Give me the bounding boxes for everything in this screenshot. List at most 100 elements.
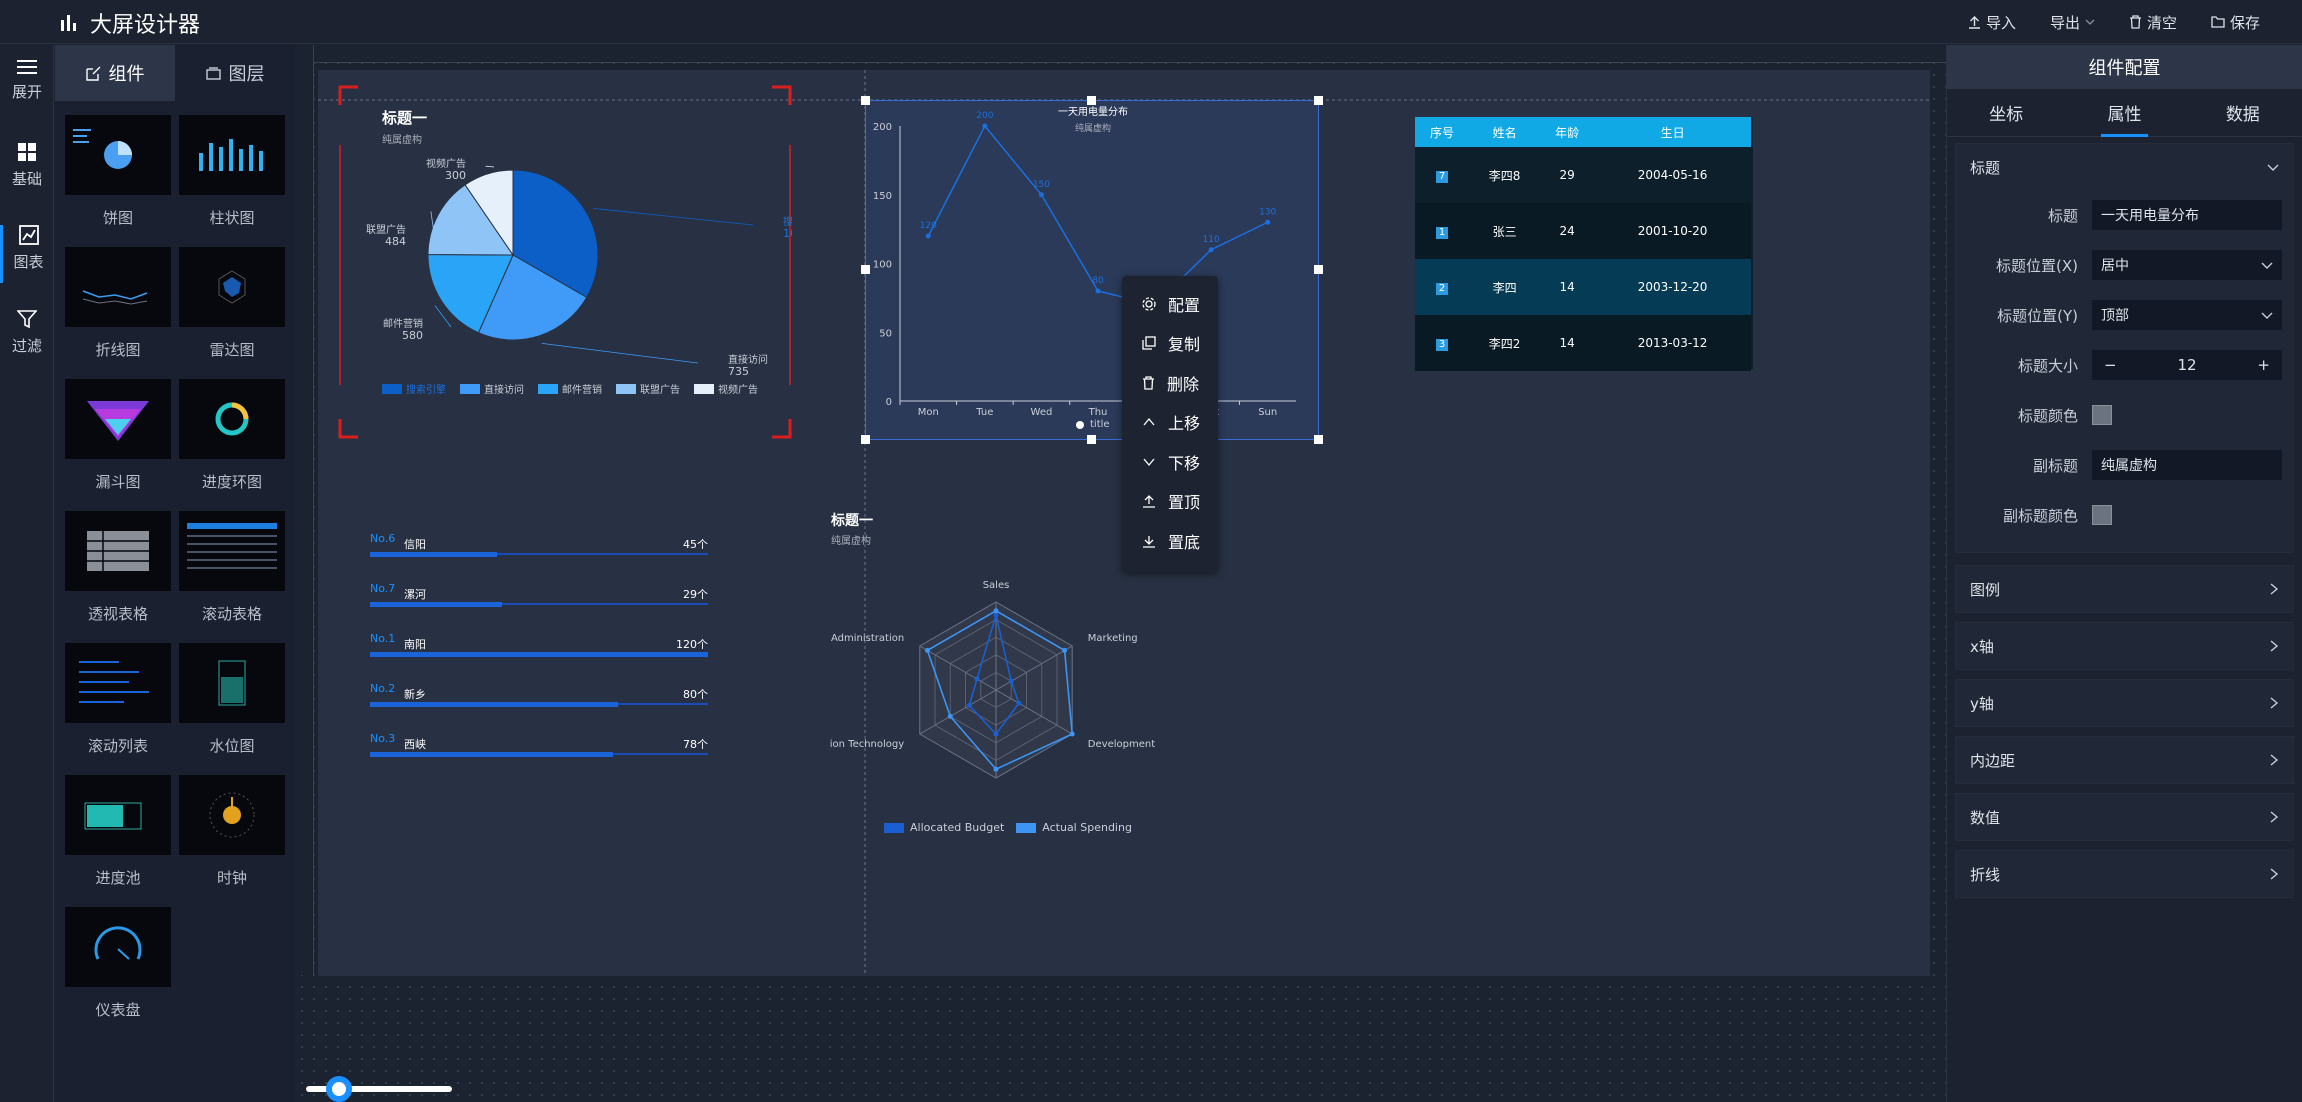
component-scroll-list[interactable]: 滚动列表 bbox=[63, 643, 173, 765]
rank-city: 漯河 bbox=[404, 588, 426, 601]
table-cell: 李四2 bbox=[1488, 336, 1521, 351]
nav-filter[interactable]: 过滤 bbox=[0, 309, 54, 356]
legend-item: Allocated Budget bbox=[884, 821, 1004, 834]
table-cell: 14 bbox=[1559, 280, 1575, 294]
section-title-header[interactable]: 标题 bbox=[1956, 144, 2293, 190]
chevron-right-icon bbox=[2270, 868, 2279, 880]
title-pos-x-select[interactable]: 居中 bbox=[2092, 250, 2282, 280]
rank-city: 南阳 bbox=[404, 638, 426, 651]
chevron-down-icon bbox=[2085, 19, 2095, 25]
tab-coordinates[interactable]: 坐标 bbox=[1947, 89, 2065, 136]
component-progress-ring[interactable]: 进度环图 bbox=[177, 379, 287, 501]
component-progress-pool[interactable]: 进度池 bbox=[63, 775, 173, 897]
table-cell: 2013-03-12 bbox=[1637, 336, 1708, 350]
title-color-picker[interactable] bbox=[2092, 405, 2112, 425]
resize-handle-ne[interactable] bbox=[1314, 96, 1323, 105]
legend-item: 联盟广告 bbox=[616, 381, 680, 396]
menu-item-move-up[interactable]: 上移 bbox=[1122, 403, 1218, 443]
component-line[interactable]: 折线图 bbox=[63, 247, 173, 369]
tab-components-label: 组件 bbox=[108, 64, 145, 85]
nav-chart[interactable]: 图表 bbox=[0, 225, 54, 283]
export-label: 导出 bbox=[2049, 13, 2080, 32]
nav-expand[interactable]: 展开 bbox=[0, 59, 54, 102]
export-button[interactable]: 导出 bbox=[2050, 12, 2095, 33]
component-label: 柱状图 bbox=[209, 209, 255, 227]
component-scroll-table[interactable]: 滚动表格 bbox=[177, 511, 287, 633]
chart-icon bbox=[18, 225, 39, 245]
save-button[interactable]: 保存 bbox=[2211, 12, 2260, 33]
ranking-row[interactable]: No.6 信阳 45个 bbox=[370, 532, 708, 580]
section-header[interactable]: 内边距 bbox=[1956, 737, 2293, 783]
tab-properties[interactable]: 属性 bbox=[2065, 89, 2183, 137]
table-row[interactable]: 7 李四8 29 2004-05-16 bbox=[1415, 147, 1751, 203]
resize-handle-w[interactable] bbox=[861, 265, 870, 274]
menu-item-copy[interactable]: 复制 bbox=[1122, 324, 1218, 364]
zoom-slider-handle[interactable] bbox=[326, 1076, 352, 1102]
component-pie[interactable]: 饼图 bbox=[63, 115, 173, 237]
x-tick-label: Tue bbox=[975, 407, 993, 418]
resize-handle-e[interactable] bbox=[1314, 265, 1323, 274]
title-pos-y-select[interactable]: 顶部 bbox=[2092, 300, 2282, 330]
y-tick-label: 200 bbox=[873, 122, 892, 133]
tab-layers[interactable]: 图层 bbox=[175, 45, 295, 101]
ruler-left[interactable] bbox=[296, 45, 314, 975]
section-header[interactable]: x轴 bbox=[1956, 623, 2293, 669]
section-header[interactable]: y轴 bbox=[1956, 680, 2293, 726]
table-row[interactable]: 2 李四 14 2003-12-20 bbox=[1415, 259, 1751, 315]
menu-item-config[interactable]: 配置 bbox=[1122, 284, 1218, 324]
section-header[interactable]: 数值 bbox=[1956, 794, 2293, 840]
subtitle-color-picker[interactable] bbox=[2092, 505, 2112, 525]
menu-item-delete[interactable]: 删除 bbox=[1122, 363, 1218, 403]
radar-point bbox=[1069, 731, 1075, 737]
section-header[interactable]: 图例 bbox=[1956, 566, 2293, 612]
component-clock[interactable]: 时钟 bbox=[177, 775, 287, 897]
section-header[interactable]: 折线 bbox=[1956, 851, 2293, 897]
ranking-row[interactable]: No.3 西峡 78个 bbox=[370, 732, 708, 780]
resize-handle-nw[interactable] bbox=[861, 96, 870, 105]
menu-icon bbox=[17, 60, 37, 74]
stepper-value[interactable]: 12 bbox=[2177, 356, 2196, 374]
nav-basic[interactable]: 基础 bbox=[0, 142, 54, 189]
rank-fill bbox=[370, 702, 619, 707]
resize-handle-se[interactable] bbox=[1314, 435, 1323, 444]
tab-components[interactable]: 组件 bbox=[55, 45, 175, 101]
ruler-top[interactable] bbox=[296, 45, 1946, 63]
y-tick-label: 50 bbox=[879, 328, 892, 339]
rank-value: 120个 bbox=[676, 638, 708, 651]
resize-handle-s[interactable] bbox=[1087, 435, 1096, 444]
clear-button[interactable]: 清空 bbox=[2129, 12, 2177, 33]
select-value: 居中 bbox=[2101, 258, 2129, 274]
resize-handle-sw[interactable] bbox=[861, 435, 870, 444]
component-gauge[interactable]: 仪表盘 bbox=[63, 907, 173, 1029]
subtitle-input[interactable]: 纯属虚构 bbox=[2092, 450, 2282, 480]
line-widget[interactable]: 一天用电量分布 纯属虚构 050100150200MonTueWedThuFri… bbox=[865, 100, 1319, 440]
import-button[interactable]: 导入 bbox=[1968, 12, 2016, 33]
table-row[interactable]: 3 李四2 14 2013-03-12 bbox=[1415, 315, 1751, 371]
menu-item-bring-top[interactable]: 置顶 bbox=[1122, 482, 1218, 522]
legend-swatch bbox=[460, 383, 480, 394]
component-water-level[interactable]: 水位图 bbox=[177, 643, 287, 765]
component-radar[interactable]: 雷达图 bbox=[177, 247, 287, 369]
ranking-row[interactable]: No.1 南阳 120个 bbox=[370, 632, 708, 680]
tab-data[interactable]: 数据 bbox=[2184, 89, 2302, 136]
pie-widget[interactable]: 标题一 纯属虚构 搜索引擎1048直接访问735邮件营销580联盟广告484视频… bbox=[338, 85, 792, 439]
decrement-button[interactable]: − bbox=[2104, 356, 2117, 374]
ranking-row[interactable]: No.2 新乡 80个 bbox=[370, 682, 708, 730]
table-row[interactable]: 1 张三 24 2001-10-20 bbox=[1415, 203, 1751, 259]
section-collapsed: 内边距 bbox=[1955, 736, 2294, 784]
increment-button[interactable]: + bbox=[2257, 356, 2270, 374]
top-bar: 大屏设计器 导入 导出 清空 保存 bbox=[0, 0, 2302, 44]
ranking-row[interactable]: No.7 漯河 29个 bbox=[370, 582, 708, 630]
component-funnel[interactable]: 漏斗图 bbox=[63, 379, 173, 501]
field-label: 标题大小 bbox=[2017, 356, 2078, 375]
component-bar[interactable]: 柱状图 bbox=[177, 115, 287, 237]
resize-handle-n[interactable] bbox=[1087, 96, 1096, 105]
table-widget[interactable]: 序号 姓名 年龄 生日 7 李四8 29 2004-05-16 1 张三 24 … bbox=[1415, 117, 1753, 371]
scroll-table-thumbnail bbox=[179, 511, 285, 591]
menu-item-move-down[interactable]: 下移 bbox=[1122, 442, 1218, 482]
line-point bbox=[982, 123, 988, 129]
menu-item-send-bottom[interactable]: 置底 bbox=[1122, 521, 1218, 561]
title-input[interactable]: 一天用电量分布 bbox=[2092, 200, 2282, 230]
component-pivot-table[interactable]: 透视表格 bbox=[63, 511, 173, 633]
row-index: 1 bbox=[1436, 226, 1448, 239]
